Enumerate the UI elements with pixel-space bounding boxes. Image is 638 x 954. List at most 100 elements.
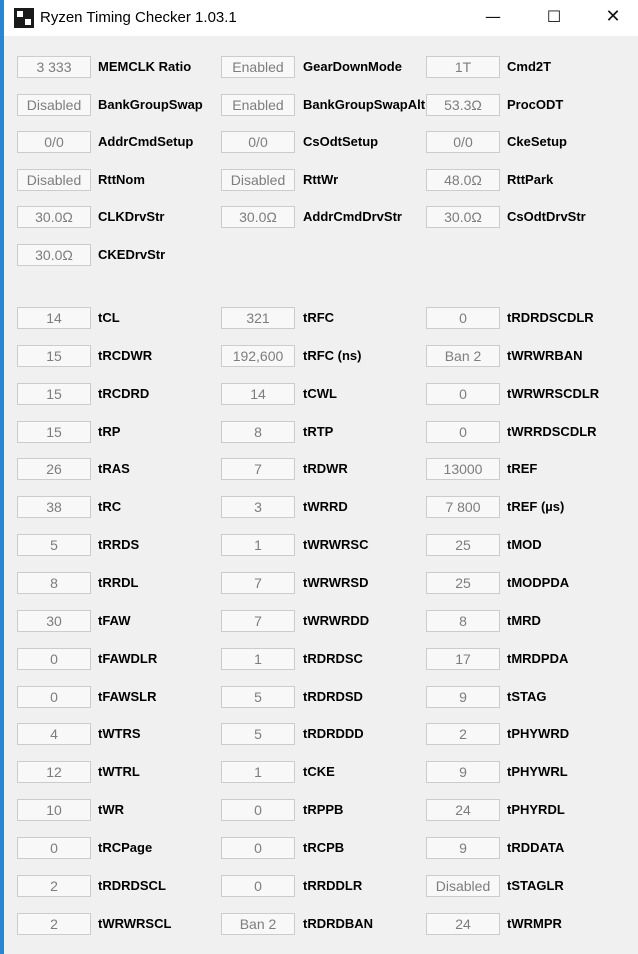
- ckedrvstr-label: CKEDrvStr: [98, 247, 166, 262]
- twr-value-field[interactable]: 10: [17, 799, 91, 821]
- csodtdrvstr-value-field[interactable]: 30.0Ω: [426, 206, 500, 228]
- maximize-button[interactable]: ☐: [531, 0, 577, 34]
- tfawslr-value-field[interactable]: 0: [17, 686, 91, 708]
- tphyrdl-value-field[interactable]: 24: [426, 799, 500, 821]
- timing-row: 26 tRAS 7 tRDWR 13000 tREF: [0, 458, 638, 480]
- trcdrd-value-field[interactable]: 15: [17, 383, 91, 405]
- trtp-value-field[interactable]: 8: [221, 421, 295, 443]
- trc-value-field[interactable]: 38: [17, 496, 91, 518]
- tphywrl-label: tPHYWRL: [507, 764, 568, 779]
- trcpb-value-field[interactable]: 0: [221, 837, 295, 859]
- timing-row: 10 tWR 0 tRPPB 24 tPHYRDL: [0, 799, 638, 821]
- timing-row: 2 tRDRDSCL 0 tRRDDLR Disabled tSTAGLR: [0, 875, 638, 897]
- trdrddd-value-field[interactable]: 5: [221, 723, 295, 745]
- trfc-ns-value-field[interactable]: 192,600: [221, 345, 295, 367]
- addrcmddrvstr-value-field[interactable]: 30.0Ω: [221, 206, 295, 228]
- memclk-ratio-label: MEMCLK Ratio: [98, 59, 192, 74]
- timing-row: 30.0Ω CLKDrvStr 30.0Ω AddrCmdDrvStr 30.0Ω CsO…: [0, 206, 638, 228]
- trdwr-value-field[interactable]: 7: [221, 458, 295, 480]
- tfawdlr-value-field[interactable]: 0: [17, 648, 91, 670]
- twrwrscl-value-field[interactable]: 2: [17, 913, 91, 935]
- trdrdsd-value-field[interactable]: 5: [221, 686, 295, 708]
- rttnom-value-field[interactable]: Disabled: [17, 169, 91, 191]
- trddata-value-field[interactable]: 9: [426, 837, 500, 859]
- tref-s-label: tREF (µs): [507, 499, 565, 514]
- trdrdscdlr-value-field[interactable]: 0: [426, 307, 500, 329]
- trrds-value-field[interactable]: 5: [17, 534, 91, 556]
- trtp-label: tRTP: [303, 424, 334, 439]
- addrcmddrvstr-label: AddrCmdDrvStr: [303, 209, 402, 224]
- twrwrsd-label: tWRWRSD: [303, 575, 369, 590]
- trfc-value-field[interactable]: 321: [221, 307, 295, 329]
- rttpark-label: RttPark: [507, 172, 554, 187]
- tfaw-value-field[interactable]: 30: [17, 610, 91, 632]
- tstag-label: tSTAG: [507, 689, 547, 704]
- twtrl-value-field[interactable]: 12: [17, 761, 91, 783]
- timing-row: Disabled RttNom Disabled RttWr 48.0Ω RttPark: [0, 169, 638, 191]
- tmrdpda-value-field[interactable]: 17: [426, 648, 500, 670]
- trp-value-field[interactable]: 15: [17, 421, 91, 443]
- tphywrd-label: tPHYWRD: [507, 726, 570, 741]
- clkdrvstr-value-field[interactable]: 30.0Ω: [17, 206, 91, 228]
- twrrdscdlr-value-field[interactable]: 0: [426, 421, 500, 443]
- twrwrsc-label: tWRWRSC: [303, 537, 369, 552]
- trcpage-value-field[interactable]: 0: [17, 837, 91, 859]
- tcke-value-field[interactable]: 1: [221, 761, 295, 783]
- cmd2t-value-field[interactable]: 1T: [426, 56, 500, 78]
- procodt-label: ProcODT: [507, 97, 564, 112]
- close-button[interactable]: ✕: [590, 0, 636, 34]
- twrwrdd-value-field[interactable]: 7: [221, 610, 295, 632]
- twrmpr-value-field[interactable]: 24: [426, 913, 500, 935]
- tref-value-field[interactable]: 13000: [426, 458, 500, 480]
- app-window: Ryzen Timing Checker 1.03.1 — ☐ ✕ 3 333 M…: [0, 0, 638, 954]
- trrdl-value-field[interactable]: 8: [17, 572, 91, 594]
- trdrdsc-label: tRDRDSC: [303, 651, 363, 666]
- trdrdban-value-field[interactable]: Ban 2: [221, 913, 295, 935]
- tmod-value-field[interactable]: 25: [426, 534, 500, 556]
- trrds-label: tRRDS: [98, 537, 140, 552]
- tmrd-value-field[interactable]: 8: [426, 610, 500, 632]
- trdrdsc-value-field[interactable]: 1: [221, 648, 295, 670]
- trcdwr-value-field[interactable]: 15: [17, 345, 91, 367]
- trdrdscl-value-field[interactable]: 2: [17, 875, 91, 897]
- tras-value-field[interactable]: 26: [17, 458, 91, 480]
- trrddlr-value-field[interactable]: 0: [221, 875, 295, 897]
- ckedrvstr-value-field[interactable]: 30.0Ω: [17, 244, 91, 266]
- tref-s-value-field[interactable]: 7 800: [426, 496, 500, 518]
- tcwl-value-field[interactable]: 14: [221, 383, 295, 405]
- procodt-value-field[interactable]: 53.3Ω: [426, 94, 500, 116]
- ckesetup-value-field[interactable]: 0/0: [426, 131, 500, 153]
- memclk-ratio-value-field[interactable]: 3 333: [17, 56, 91, 78]
- twrwrscdlr-value-field[interactable]: 0: [426, 383, 500, 405]
- rttnom-label: RttNom: [98, 172, 145, 187]
- timing-row: 2 tWRWRSCL Ban 2 tRDRDBAN 24 tWRMPR: [0, 913, 638, 935]
- bankgroupswapalt-value-field[interactable]: Enabled: [221, 94, 295, 116]
- twrrd-value-field[interactable]: 3: [221, 496, 295, 518]
- rttpark-value-field[interactable]: 48.0Ω: [426, 169, 500, 191]
- addrcmdsetup-value-field[interactable]: 0/0: [17, 131, 91, 153]
- tstaglr-value-field[interactable]: Disabled: [426, 875, 500, 897]
- trppb-value-field[interactable]: 0: [221, 799, 295, 821]
- tphywrl-value-field[interactable]: 9: [426, 761, 500, 783]
- tphywrd-value-field[interactable]: 2: [426, 723, 500, 745]
- twrwrban-label: tWRWRBAN: [507, 348, 583, 363]
- twrwrban-value-field[interactable]: Ban 2: [426, 345, 500, 367]
- geardownmode-value-field[interactable]: Enabled: [221, 56, 295, 78]
- title-bar[interactable]: Ryzen Timing Checker 1.03.1 — ☐ ✕: [4, 0, 638, 36]
- twrwrdd-label: tWRWRDD: [303, 613, 370, 628]
- twrwrsc-value-field[interactable]: 1: [221, 534, 295, 556]
- rttwr-value-field[interactable]: Disabled: [221, 169, 295, 191]
- twtrs-value-field[interactable]: 4: [17, 723, 91, 745]
- csodtsetup-value-field[interactable]: 0/0: [221, 131, 295, 153]
- bankgroupswap-value-field[interactable]: Disabled: [17, 94, 91, 116]
- trrddlr-label: tRRDDLR: [303, 878, 363, 893]
- minimize-button[interactable]: —: [470, 0, 516, 34]
- csodtdrvstr-label: CsOdtDrvStr: [507, 209, 586, 224]
- tfawslr-label: tFAWSLR: [98, 689, 157, 704]
- tmodpda-value-field[interactable]: 25: [426, 572, 500, 594]
- timing-row: 8 tRRDL 7 tWRWRSD 25 tMODPDA: [0, 572, 638, 594]
- tcl-value-field[interactable]: 14: [17, 307, 91, 329]
- twrwrsd-value-field[interactable]: 7: [221, 572, 295, 594]
- tstag-value-field[interactable]: 9: [426, 686, 500, 708]
- timing-row: 0 tFAWSLR 5 tRDRDSD 9 tSTAG: [0, 686, 638, 708]
